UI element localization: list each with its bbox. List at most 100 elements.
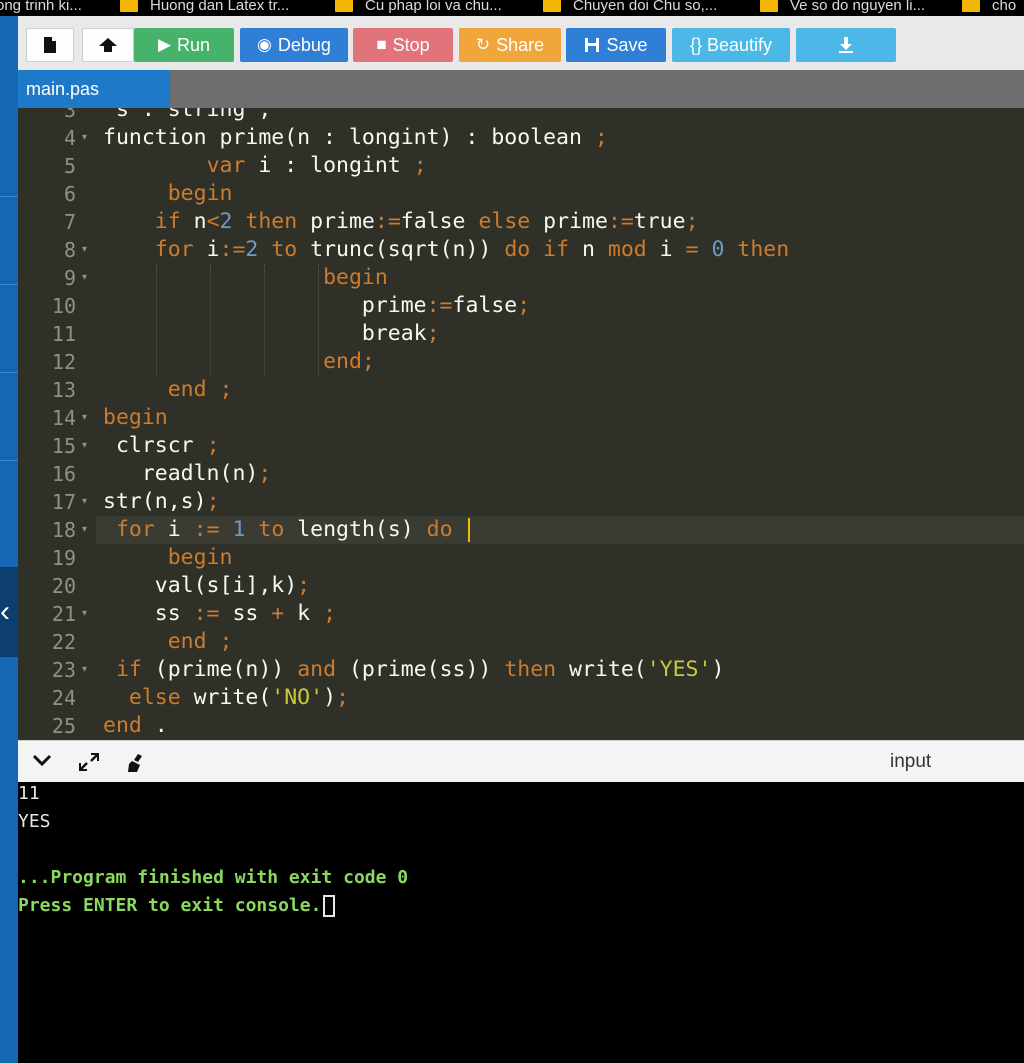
chevron-down-icon[interactable]	[32, 752, 52, 772]
code-token: ;	[206, 629, 233, 654]
code-token: .	[141, 713, 168, 738]
code-line: prime:=false;	[103, 292, 530, 320]
fold-arrow-icon[interactable]: ▾	[82, 488, 87, 516]
bookmark-item[interactable]: Chuyen doi Chu so,...	[543, 0, 717, 16]
console-header: input	[18, 740, 1024, 782]
sidebar-divider	[0, 460, 18, 461]
code-token: i	[646, 237, 686, 262]
code-token: clrscr	[103, 433, 207, 458]
code-line: break;	[103, 320, 440, 348]
file-tab-bar: main.pas	[18, 70, 1024, 108]
bookmark-item[interactable]: Ve so do nguyen li...	[760, 0, 925, 16]
left-sidebar-strip	[0, 16, 18, 1063]
code-token: ;	[206, 377, 233, 402]
code-token: ;	[413, 153, 427, 178]
code-token: do	[504, 237, 531, 262]
sidebar-toggle-chevron-left-icon[interactable]: ‹	[0, 567, 18, 657]
download-icon	[839, 37, 853, 53]
stop-button[interactable]: ■ Stop	[353, 28, 453, 62]
bookmark-item[interactable]: Huong dan Latex tr...	[120, 0, 289, 16]
code-token: k	[284, 601, 324, 626]
code-token: ;	[206, 489, 220, 514]
code-token: false	[452, 293, 518, 318]
code-token: prime	[530, 209, 608, 234]
console-output[interactable]: 11 YES ...Program finished with exit cod…	[18, 782, 1024, 1063]
code-token: then	[504, 657, 557, 682]
code-token: s : string ;	[103, 108, 272, 122]
fold-arrow-icon[interactable]: ▾	[82, 264, 87, 292]
download-button[interactable]	[796, 28, 896, 62]
line-number: 22	[51, 630, 76, 654]
console-line: 11	[18, 783, 40, 804]
code-token: n	[180, 209, 207, 234]
code-line: end ;	[103, 628, 233, 656]
code-token: ;	[323, 601, 337, 626]
sidebar-divider	[0, 284, 18, 285]
code-token: )	[323, 685, 337, 710]
code-token: ;	[426, 321, 440, 346]
fold-arrow-icon[interactable]: ▾	[82, 404, 87, 432]
fold-arrow-icon[interactable]: ▾	[82, 432, 87, 460]
code-token: begin	[167, 181, 233, 206]
code-line: for i := 1 to length(s) do	[103, 516, 453, 544]
fold-arrow-icon[interactable]: ▾	[82, 656, 87, 684]
code-token: readln(n)	[103, 461, 259, 486]
new-file-button[interactable]	[26, 28, 74, 62]
bookmark-label: Cu phap loi va chu...	[365, 0, 502, 14]
console-line: ...Program finished with exit code 0	[18, 867, 409, 888]
tab-main-file[interactable]: main.pas	[18, 70, 170, 108]
code-token: ;	[594, 125, 608, 150]
line-number: 15	[51, 434, 76, 458]
code-token: write(	[180, 685, 272, 710]
code-token: 2	[219, 209, 233, 234]
code-token: =	[685, 237, 699, 262]
code-line: begin	[103, 404, 168, 432]
fold-arrow-icon[interactable]: ▾	[82, 124, 87, 152]
code-line: begin	[103, 180, 233, 208]
bookmark-icon	[120, 0, 138, 12]
code-token: ;	[361, 349, 375, 374]
beautify-button[interactable]: {} Beautify	[672, 28, 790, 62]
bookmarks-bar: ong trinh ki... Huong dan Latex tr... Cu…	[0, 0, 1024, 16]
code-line: end .	[103, 712, 168, 740]
play-icon: ▶	[157, 35, 172, 54]
code-editor[interactable]: 3 4 5 6 7 8 9 10 11 12 13 14 15 16 17 18…	[18, 108, 1024, 740]
save-button[interactable]: Save	[566, 28, 666, 62]
toolbar: ▶ Run ◉ Debug ■ Stop ↻ Share Save {} Bea…	[18, 16, 1024, 70]
bookmark-item[interactable]: cho	[962, 0, 1016, 16]
run-button[interactable]: ▶ Run	[134, 28, 234, 62]
code-token: 'NO'	[271, 685, 324, 710]
code-line: end ;	[103, 376, 233, 404]
input-tab-label[interactable]: input	[890, 751, 931, 773]
debug-button[interactable]: ◉ Debug	[240, 28, 348, 62]
fold-arrow-icon[interactable]: ▾	[82, 516, 87, 544]
code-token: :=	[193, 517, 220, 542]
code-token: i : longint	[245, 153, 414, 178]
code-token: str(n,s)	[103, 489, 207, 514]
fold-arrow-icon[interactable]: ▾	[82, 600, 87, 628]
code-token: and	[297, 657, 337, 682]
share-button[interactable]: ↻ Share	[459, 28, 561, 62]
code-token: function prime(n : longint) : boolean	[103, 125, 595, 150]
code-token: begin	[167, 545, 233, 570]
code-line: var i : longint ;	[103, 152, 427, 180]
code-token: trunc(sqrt(n))	[297, 237, 505, 262]
fold-arrow-icon[interactable]: ▾	[82, 236, 87, 264]
upload-button[interactable]	[82, 28, 134, 62]
bookmark-item[interactable]: Cu phap loi va chu...	[335, 0, 502, 16]
line-number: 18	[51, 518, 76, 542]
floppy-icon	[585, 38, 600, 52]
bookmark-item[interactable]: ong trinh ki...	[0, 0, 82, 16]
code-token: )	[711, 657, 725, 682]
expand-icon[interactable]	[78, 752, 100, 776]
line-number: 6	[63, 182, 76, 206]
clear-console-icon[interactable]	[126, 752, 146, 778]
code-token: false	[400, 209, 466, 234]
bookmark-label: cho	[992, 0, 1017, 14]
